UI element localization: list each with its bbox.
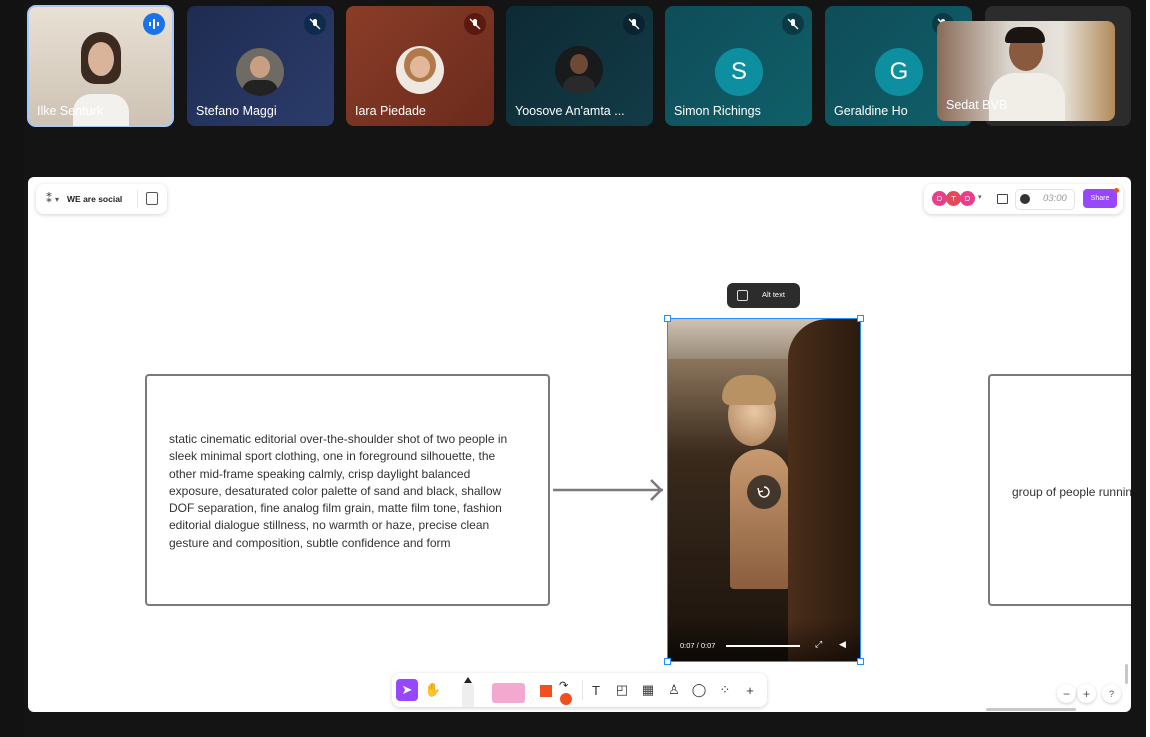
side-panel-edge (1146, 0, 1150, 737)
speaking-indicator-icon (143, 13, 165, 35)
participant-name: Iara Piedade (355, 104, 426, 118)
self-view-video[interactable]: Sedat BVB (937, 21, 1115, 121)
move-tool-button[interactable]: ➤ (396, 679, 418, 701)
vertical-scrollbar[interactable] (1125, 664, 1128, 684)
video-node[interactable]: 0:07 / 0:07 ⤢ ◀︎ (667, 318, 861, 662)
prompt-text: group of people runnin (1012, 485, 1131, 499)
stamp-icon[interactable]: ♙ (663, 679, 685, 701)
alt-text-toolbar: Alt text (727, 283, 800, 308)
share-button[interactable]: Share (1083, 189, 1117, 208)
shape-tool-button[interactable] (540, 685, 552, 697)
widgets-icon[interactable]: ⁘ (714, 679, 736, 701)
connector-tool-button[interactable]: ↷ (558, 679, 574, 705)
zoom-in-button[interactable]: + (1077, 684, 1096, 703)
participant-name: Yoosove An'amta ... (515, 104, 625, 118)
participant-name: Ilke Senturk (37, 104, 104, 118)
participant-name: Simon Richings (674, 104, 761, 118)
comment-icon[interactable]: ◯ (688, 679, 710, 701)
timer-value: 03:00 (1043, 193, 1067, 204)
figma-logo-icon[interactable]: ⁑ (46, 192, 52, 206)
add-icon[interactable]: + (739, 679, 761, 701)
participant-name: Geraldine Ho (834, 104, 908, 118)
timer-icon (1020, 194, 1030, 204)
highlighter-tool-button[interactable] (492, 683, 525, 703)
participant-tile-iara[interactable]: Iara Piedade (346, 6, 494, 126)
avatar[interactable]: D (960, 191, 975, 206)
video-progress-bar[interactable] (726, 645, 800, 647)
participant-tile-stefano[interactable]: Stefano Maggi (187, 6, 334, 126)
frame-icon[interactable] (737, 290, 748, 301)
participant-tile-simon[interactable]: S Simon Richings (665, 6, 812, 126)
layout-icon[interactable] (997, 194, 1008, 204)
replay-icon (757, 486, 770, 498)
horizontal-scrollbar[interactable] (986, 708, 1076, 711)
fullscreen-icon[interactable]: ⤢ (815, 639, 822, 650)
video-time: 0:07 / 0:07 (680, 641, 716, 650)
bottom-toolbar: ➤ ✋ ↷ T ◰ ▦ ♙ ◯ ⁘ + (392, 673, 767, 707)
chevron-down-icon[interactable]: ▾ (55, 195, 59, 204)
sticky-note-icon[interactable]: ◰ (611, 679, 633, 701)
table-icon[interactable]: ▦ (637, 679, 659, 701)
prompt-card-left[interactable]: static cinematic editorial over-the-shou… (145, 374, 550, 606)
replay-button[interactable] (747, 475, 781, 509)
file-name[interactable]: WE are social (67, 194, 122, 204)
resize-handle[interactable] (857, 658, 864, 665)
pages-icon[interactable] (146, 192, 158, 205)
participant-name: Stefano Maggi (196, 104, 277, 118)
muted-mic-icon (304, 13, 326, 35)
resize-handle[interactable] (857, 315, 864, 322)
prompt-card-right[interactable]: group of people runnin (988, 374, 1131, 606)
avatar (555, 46, 603, 94)
hand-tool-button[interactable]: ✋ (422, 679, 444, 701)
muted-mic-icon (464, 13, 486, 35)
muted-mic-icon (623, 13, 645, 35)
resize-handle[interactable] (664, 315, 671, 322)
avatar[interactable]: D (932, 191, 947, 206)
file-menu-pill: ⁑ ▾ WE are social (36, 184, 167, 214)
muted-mic-icon (782, 13, 804, 35)
timer-pill[interactable]: 03:00 (1015, 189, 1075, 210)
connector-arrow[interactable] (553, 479, 665, 501)
participant-tile-ilke[interactable]: Ilke Senturk (27, 5, 174, 127)
participant-tile-yoosove[interactable]: Yoosove An'amta ... (506, 6, 653, 126)
prompt-text: static cinematic editorial over-the-shou… (169, 432, 508, 550)
avatar: G (875, 48, 923, 96)
avatar (236, 48, 284, 96)
zoom-controls: − + ? (1055, 683, 1120, 705)
participant-name: Sedat BVB (946, 98, 1008, 112)
volume-icon[interactable]: ◀︎ (839, 639, 846, 650)
help-button[interactable]: ? (1102, 684, 1121, 703)
collab-toolbar: D T D ▾ 03:00 Share (924, 184, 1123, 214)
notification-dot (1114, 188, 1119, 193)
avatar: S (715, 48, 763, 96)
pen-tool-button[interactable] (462, 677, 474, 707)
whiteboard-canvas[interactable]: ⁑ ▾ WE are social D T D ▾ 03:00 Share Al… (28, 177, 1131, 712)
zoom-out-button[interactable]: − (1057, 684, 1076, 703)
background-doodle-strip (0, 0, 24, 737)
resize-handle[interactable] (664, 658, 671, 665)
alt-text-button[interactable]: Alt text (762, 290, 785, 299)
text-tool-button[interactable]: T (585, 679, 607, 701)
avatar[interactable]: T (946, 191, 961, 206)
avatar (396, 46, 444, 94)
chevron-down-icon[interactable]: ▾ (978, 193, 982, 201)
